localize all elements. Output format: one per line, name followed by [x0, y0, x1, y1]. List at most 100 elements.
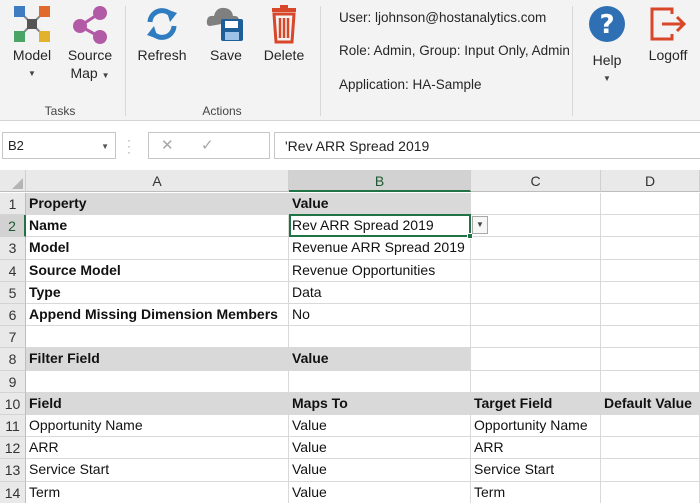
cell-b7[interactable] [289, 326, 471, 348]
cell-c2[interactable] [471, 215, 601, 237]
cell-d14[interactable] [601, 482, 700, 503]
separator [572, 6, 573, 116]
cell-b12[interactable]: Value [289, 437, 471, 459]
cell-c8[interactable] [471, 348, 601, 371]
source-map-button[interactable]: Source Map ▼ [62, 0, 118, 100]
cell-d6[interactable] [601, 304, 700, 326]
cell-c7[interactable] [471, 326, 601, 348]
trash-icon [272, 5, 296, 44]
separator [125, 6, 126, 116]
cell-a9[interactable] [26, 371, 289, 393]
cell-a1[interactable]: Property [26, 193, 289, 215]
cell-d13[interactable] [601, 459, 700, 482]
cell-d2[interactable] [601, 215, 700, 237]
chevron-down-icon: ▼ [603, 74, 611, 83]
cell-b6[interactable]: No [289, 304, 471, 326]
cell-b8[interactable]: Value [289, 348, 471, 371]
cell-a14[interactable]: Term [26, 482, 289, 503]
cell-a7[interactable] [26, 326, 289, 348]
cell-b5[interactable]: Data [289, 282, 471, 304]
cancel-icon[interactable]: ✕ [161, 136, 174, 154]
row-header-1[interactable]: 1 [0, 193, 26, 215]
cell-a13[interactable]: Service Start [26, 459, 289, 482]
cell-dropdown-button[interactable]: ▼ [472, 216, 488, 234]
row-header-14[interactable]: 14 [0, 482, 26, 503]
cell-c14[interactable]: Term [471, 482, 601, 503]
cell-a3[interactable]: Model [26, 237, 289, 260]
check-icon[interactable]: ✓ [201, 136, 214, 154]
cell-c1[interactable] [471, 193, 601, 215]
cell-b3[interactable]: Revenue ARR Spread 2019 [289, 237, 471, 260]
name-box[interactable]: B2 ▼ [2, 132, 116, 159]
delete-label: Delete [263, 47, 305, 63]
cell-b10[interactable]: Maps To [289, 393, 471, 415]
row-header-4[interactable]: 4 [0, 260, 26, 282]
cell-d7[interactable] [601, 326, 700, 348]
logoff-button[interactable]: Logoff [640, 0, 696, 100]
refresh-label: Refresh [137, 47, 187, 63]
active-cell-border [289, 214, 473, 239]
row-header-8[interactable]: 8 [0, 348, 26, 371]
svg-text:?: ? [599, 10, 614, 40]
delete-button[interactable]: Delete [256, 0, 312, 100]
cell-b4[interactable]: Revenue Opportunities [289, 260, 471, 282]
cell-a2[interactable]: Name [26, 215, 289, 237]
formula-bar-grip-icon[interactable]: · · · [127, 134, 131, 158]
cell-c3[interactable] [471, 237, 601, 260]
cell-b11[interactable]: Value [289, 415, 471, 437]
select-all-corner[interactable] [0, 170, 26, 192]
row-header-11[interactable]: 11 [0, 415, 26, 437]
row-header-12[interactable]: 12 [0, 437, 26, 459]
row-header-13[interactable]: 13 [0, 459, 26, 482]
save-label: Save [210, 47, 242, 63]
help-button[interactable]: ? Help ▼ [580, 0, 634, 100]
refresh-button[interactable]: Refresh [134, 0, 190, 100]
cell-d4[interactable] [601, 260, 700, 282]
row-header-7[interactable]: 7 [0, 326, 26, 348]
cell-c12[interactable]: ARR [471, 437, 601, 459]
cell-c13[interactable]: Service Start [471, 459, 601, 482]
model-label: Model [12, 47, 52, 63]
cell-b9[interactable] [289, 371, 471, 393]
cell-c5[interactable] [471, 282, 601, 304]
column-header-a[interactable]: A [26, 170, 289, 192]
cell-a11[interactable]: Opportunity Name [26, 415, 289, 437]
cell-d11[interactable] [601, 415, 700, 437]
cell-d1[interactable] [601, 193, 700, 215]
refresh-icon [147, 8, 177, 40]
cell-d3[interactable] [601, 237, 700, 260]
row-header-5[interactable]: 5 [0, 282, 26, 304]
row-header-3[interactable]: 3 [0, 237, 26, 260]
cell-a12[interactable]: ARR [26, 437, 289, 459]
cell-d9[interactable] [601, 371, 700, 393]
row-header-2[interactable]: 2 [0, 215, 26, 237]
formula-input[interactable]: 'Rev ARR Spread 2019 [274, 132, 700, 159]
row-header-10[interactable]: 10 [0, 393, 26, 415]
cell-d10[interactable]: Default Value [601, 393, 700, 415]
row-header-6[interactable]: 6 [0, 304, 26, 326]
column-header-b[interactable]: B [289, 170, 471, 192]
cell-b14[interactable]: Value [289, 482, 471, 503]
cell-a6[interactable]: Append Missing Dimension Members [26, 304, 289, 326]
cell-c6[interactable] [471, 304, 601, 326]
cell-a5[interactable]: Type [26, 282, 289, 304]
cell-c4[interactable] [471, 260, 601, 282]
cell-d12[interactable] [601, 437, 700, 459]
cell-b13[interactable]: Value [289, 459, 471, 482]
cell-b1[interactable]: Value [289, 193, 471, 215]
cell-c9[interactable] [471, 371, 601, 393]
cell-d8[interactable] [601, 348, 700, 371]
cell-c11[interactable]: Opportunity Name [471, 415, 601, 437]
cell-d5[interactable] [601, 282, 700, 304]
role-info: Role: Admin, Group: Input Only, Admin [339, 43, 570, 58]
save-button[interactable]: Save [198, 0, 254, 100]
cell-a10[interactable]: Field [26, 393, 289, 415]
row-header-9[interactable]: 9 [0, 371, 26, 393]
chevron-down-icon[interactable]: ▼ [101, 142, 109, 151]
column-header-c[interactable]: C [471, 170, 601, 192]
model-button[interactable]: Model ▼ [4, 0, 60, 100]
column-header-d[interactable]: D [601, 170, 700, 192]
cell-a4[interactable]: Source Model [26, 260, 289, 282]
cell-a8[interactable]: Filter Field [26, 348, 289, 371]
cell-c10[interactable]: Target Field [471, 393, 601, 415]
